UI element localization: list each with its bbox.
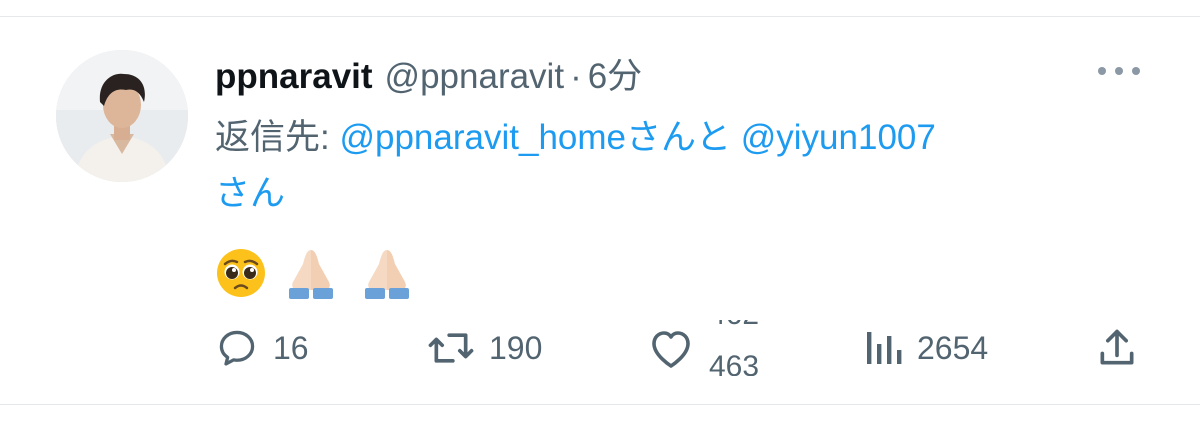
views-chart-icon [867,332,902,364]
reply-user-link-2[interactable]: @yiyun1007 [741,118,936,157]
reply-icon [219,330,255,366]
action-bar: 16 190 462 463 2654 [215,320,1145,376]
reply-joiner: さんと [626,118,732,157]
dot [1098,67,1106,75]
dot [1115,67,1123,75]
retweet-count: 190 [489,329,543,366]
reply-label: 返信先: [215,118,330,157]
top-divider [0,16,1200,17]
tweet-text [215,245,419,301]
dot [1132,67,1140,75]
reply-count: 16 [273,329,309,366]
like-count-new: 463 [709,350,760,376]
like-button[interactable]: 462 463 [647,320,789,376]
reply-button[interactable]: 16 [215,320,309,376]
heart-icon [652,331,690,368]
folded-hands-icon [289,250,333,299]
views-button[interactable]: 2654 [863,320,988,376]
share-button[interactable] [1095,320,1139,376]
like-count-animating: 462 463 [709,320,789,376]
pleading-face-icon [217,249,265,297]
tweet-header: ppnaravit @ppnaravit · 6分 [215,48,642,98]
retweet-button[interactable]: 190 [427,320,542,376]
timestamp[interactable]: 6分 [588,48,642,99]
user-handle[interactable]: @ppnaravit [385,57,565,97]
like-count-old: 462 [709,320,759,332]
reply-suffix: さん [215,174,286,213]
bottom-divider [0,404,1200,405]
more-options-icon[interactable] [1094,60,1144,82]
folded-hands-icon [365,250,409,299]
retweet-icon [428,333,474,363]
reply-user-link-1[interactable]: @ppnaravit_home [339,118,626,157]
views-count: 2654 [917,329,989,366]
avatar-photo [56,50,188,182]
display-name[interactable]: ppnaravit [215,57,373,97]
share-icon [1100,329,1134,365]
separator-dot: · [570,57,582,96]
avatar[interactable] [56,50,188,182]
reply-context: 返信先: @ppnaravit_homeさんと @yiyun1007 さん [215,110,1145,222]
